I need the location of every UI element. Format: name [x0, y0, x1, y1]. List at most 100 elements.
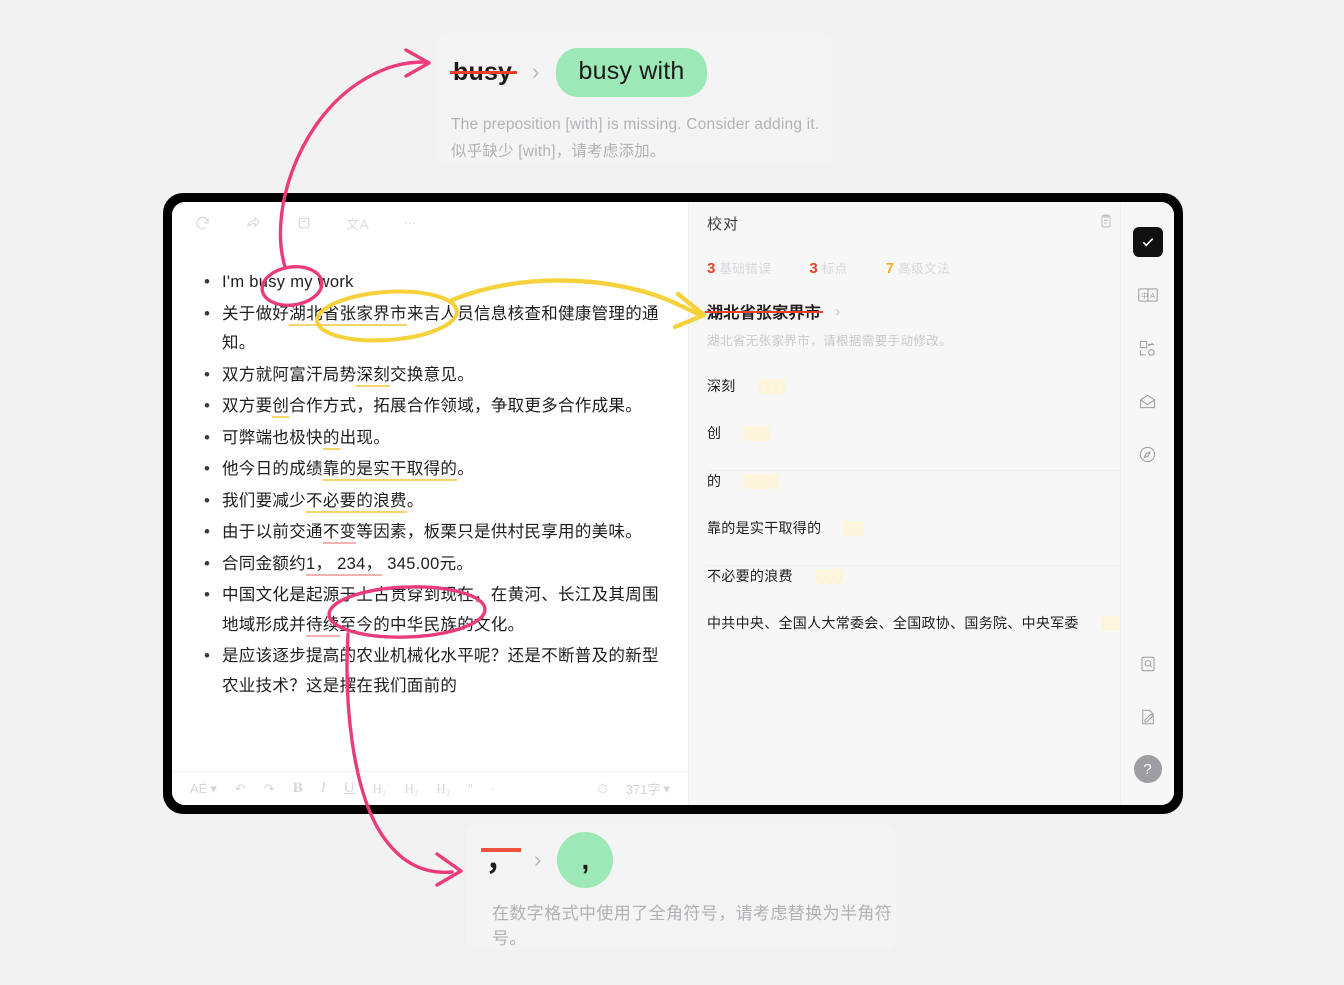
- heading-3-button[interactable]: H₃: [436, 781, 450, 797]
- issue-item-header: 创 · · · ·: [707, 423, 1154, 443]
- bottom-suggestion-card[interactable]: ， › , 在数字格式中使用了全角符号，请考虑替换为半角符号。: [466, 825, 896, 949]
- refresh-icon[interactable]: [194, 215, 211, 232]
- replacement-pill[interactable]: busy with: [556, 47, 707, 97]
- word-count[interactable]: 371字 ▾: [626, 779, 670, 798]
- heading-1-button[interactable]: H₁: [373, 781, 387, 797]
- issue-stat[interactable]: 7 高级文法: [886, 258, 950, 277]
- issue-word: 深刻: [707, 378, 736, 394]
- document-line[interactable]: I'm busy my work: [202, 267, 660, 298]
- text-segment: I'm busy my work: [222, 273, 354, 291]
- blockquote-button[interactable]: “: [468, 781, 472, 796]
- share-icon[interactable]: [245, 215, 262, 232]
- divider-button[interactable]: ·: [491, 781, 495, 796]
- editor-pane: 文A ⋯ I'm busy my work 关于做好湖北省张家界市来吉人员信息核查…: [172, 202, 688, 805]
- chevron-right-icon[interactable]: ›: [835, 303, 840, 320]
- top-suggestion-row: busy › busy with: [437, 33, 833, 111]
- issue-ghost-suggestion: · · ·: [843, 520, 864, 536]
- document-line[interactable]: 可弊端也极快的出现。: [202, 423, 660, 454]
- flagged-text-segment[interactable]: 1，: [306, 554, 333, 576]
- bold-button[interactable]: B: [293, 780, 303, 797]
- clipboard-icon[interactable]: [1098, 213, 1114, 234]
- more-options-icon[interactable]: ⋯: [404, 215, 418, 231]
- document-line[interactable]: 关于做好湖北省张家界市来吉人员信息核查和健康管理的通知。: [202, 299, 660, 359]
- issue-item[interactable]: 的 · · · · ·: [689, 471, 1174, 491]
- translate-icon[interactable]: 文A: [346, 214, 370, 233]
- issue-ghost-suggestion: · · · · ·: [743, 473, 780, 489]
- issue-ghost-suggestion: · · · ·: [743, 425, 772, 441]
- issue-item-header: 湖北省张家界市 ›: [704, 299, 1154, 323]
- issue-stats: 3 基础错误 3 标点 7 高级文法: [689, 244, 1174, 277]
- issue-list: 湖北省张家界市 › 湖北省无张家界市，请根据需要手动修改。 深刻 · · · · 创 · ·…: [689, 277, 1174, 660]
- document-line[interactable]: 是应该逐步提高的农业机械化水平呢？还是不断普及的新型农业技术？这是摆在我们面前的: [202, 641, 660, 701]
- issue-ghost-suggestion: · · · ·: [757, 378, 786, 394]
- issue-item[interactable]: 靠的是实干取得的 · · ·: [689, 518, 1174, 538]
- issue-stat-count: 3: [809, 260, 818, 277]
- flagged-text-segment[interactable]: 的: [322, 428, 340, 450]
- issue-description: 湖北省无张家界市，请根据需要手动修改。: [707, 334, 953, 348]
- font-select[interactable]: AÉ ▾: [190, 781, 217, 797]
- issue-item[interactable]: 湖北省张家界市 › 湖北省无张家界市，请根据需要手动修改。: [689, 299, 1174, 349]
- text-segment: 至今的中华民族的文化。: [339, 615, 525, 634]
- issue-stat[interactable]: 3 基础错误: [707, 258, 771, 277]
- issue-item[interactable]: 中共中央、全国人大常委会、全国政协、国务院、中央军委· · · · · ·: [689, 613, 1174, 633]
- document-line[interactable]: 由于以前交通不变等因素，板栗只是供村民享用的美味。: [202, 517, 660, 548]
- issue-item-header: 深刻 · · · ·: [707, 376, 1154, 396]
- chevron-right-icon: ›: [534, 847, 542, 872]
- search-document-icon[interactable]: [1133, 649, 1163, 679]
- top-suggestion-card[interactable]: busy › busy with The preposition [with] …: [437, 33, 833, 166]
- issue-item-header: 的 · · · · ·: [707, 471, 1154, 491]
- text-segment: 是应该逐步提高的农业机械化水平呢？还是不断普及的新型农业技术？这是摆在我们面前的: [222, 647, 659, 695]
- underline-button[interactable]: U: [344, 780, 355, 797]
- right-icon-rail: 中A ?: [1120, 202, 1174, 805]
- flagged-text-segment[interactable]: 不变: [322, 523, 357, 544]
- issue-item[interactable]: 创 · · · ·: [689, 423, 1174, 443]
- issue-word: 的: [707, 473, 722, 489]
- text-segment: 双方就阿富汗局势: [222, 365, 357, 384]
- italic-button[interactable]: I: [321, 780, 326, 797]
- document-line[interactable]: 中国文化是起源于上古贯穿到现在，在黄河、长江及其周围地域形成并待续至今的中华民族…: [202, 580, 660, 640]
- text-segment: 由于以前交通: [222, 523, 323, 541]
- flagged-text-segment[interactable]: 深刻: [356, 365, 391, 387]
- flagged-text-segment[interactable]: 不必要的浪费: [306, 491, 407, 513]
- text-segment: 出现。: [339, 428, 391, 447]
- flagged-text-segment[interactable]: 湖北省张家界市: [289, 304, 407, 326]
- document-line[interactable]: 我们要减少不必要的浪费。: [202, 486, 660, 517]
- compare-diff-icon[interactable]: [1133, 333, 1163, 363]
- flagged-text-segment[interactable]: 234，: [332, 554, 383, 576]
- redo-button[interactable]: ↷: [264, 781, 275, 797]
- copy-document-icon[interactable]: [296, 215, 312, 231]
- undo-button[interactable]: ↶: [235, 781, 246, 797]
- compass-icon[interactable]: [1133, 439, 1163, 469]
- proofread-sidebar: 校对 3 基础错误 3 标点 7 高级文法 湖北省张家界市 › 湖北省无张家界市，请根据需要手…: [688, 202, 1174, 805]
- svg-text:A: A: [1150, 293, 1155, 300]
- heading-2-button[interactable]: H₂: [404, 781, 418, 797]
- translate-zh-a-icon[interactable]: 中A: [1133, 280, 1163, 310]
- flagged-text-segment[interactable]: 待续: [306, 615, 340, 637]
- flagged-text-segment[interactable]: 靠的是实干取得的: [322, 460, 458, 481]
- document-pen-icon[interactable]: [1133, 702, 1163, 732]
- proofread-check-icon[interactable]: [1132, 227, 1163, 257]
- text-segment: 合同金额约: [222, 554, 306, 573]
- envelope-upload-icon[interactable]: [1133, 386, 1163, 416]
- document-line[interactable]: 双方要创合作方式，拓展合作领域，争取更多合作成果。: [202, 391, 660, 422]
- timer-icon[interactable]: ⏱: [598, 781, 608, 797]
- issue-item[interactable]: 深刻 · · · ·: [689, 376, 1174, 396]
- issue-stat[interactable]: 3 标点: [809, 258, 847, 277]
- editor-bottom-toolbar: AÉ ▾ ↶ ↷ B I U H₁ H₂ H₃ “ · ⏱ 371字 ▾: [172, 771, 688, 805]
- document-line[interactable]: 合同金额约1， 234， 345.00元。: [202, 549, 660, 580]
- document-line[interactable]: 他今日的成绩靠的是实干取得的。: [202, 454, 660, 485]
- text-segment: 345.00: [382, 554, 440, 573]
- document-line[interactable]: 双方就阿富汗局势深刻交换意见。: [202, 360, 660, 391]
- document-body[interactable]: I'm busy my work 关于做好湖北省张家界市来吉人员信息核查和健康管理…: [172, 244, 688, 771]
- flagged-text-segment[interactable]: 创: [272, 397, 290, 418]
- issue-item[interactable]: 不必要的浪费 · · · ·: [689, 566, 1174, 586]
- app-window: 文A ⋯ I'm busy my work 关于做好湖北省张家界市来吉人员信息核查…: [172, 202, 1174, 805]
- issue-word: 不必要的浪费: [707, 568, 793, 584]
- text-segment: 等因素，板栗只是供村民享用的美味。: [356, 523, 643, 541]
- help-button[interactable]: ?: [1133, 755, 1162, 783]
- text-segment: 双方要: [222, 397, 273, 415]
- description-zh: 似乎缺少 [with]，请考虑添加。: [451, 143, 666, 160]
- replacement-punctuation-pill[interactable]: ,: [557, 832, 614, 888]
- text-segment: 。: [457, 460, 475, 478]
- text-segment: 合作方式，拓展合作领域，争取更多合作成果。: [289, 397, 643, 415]
